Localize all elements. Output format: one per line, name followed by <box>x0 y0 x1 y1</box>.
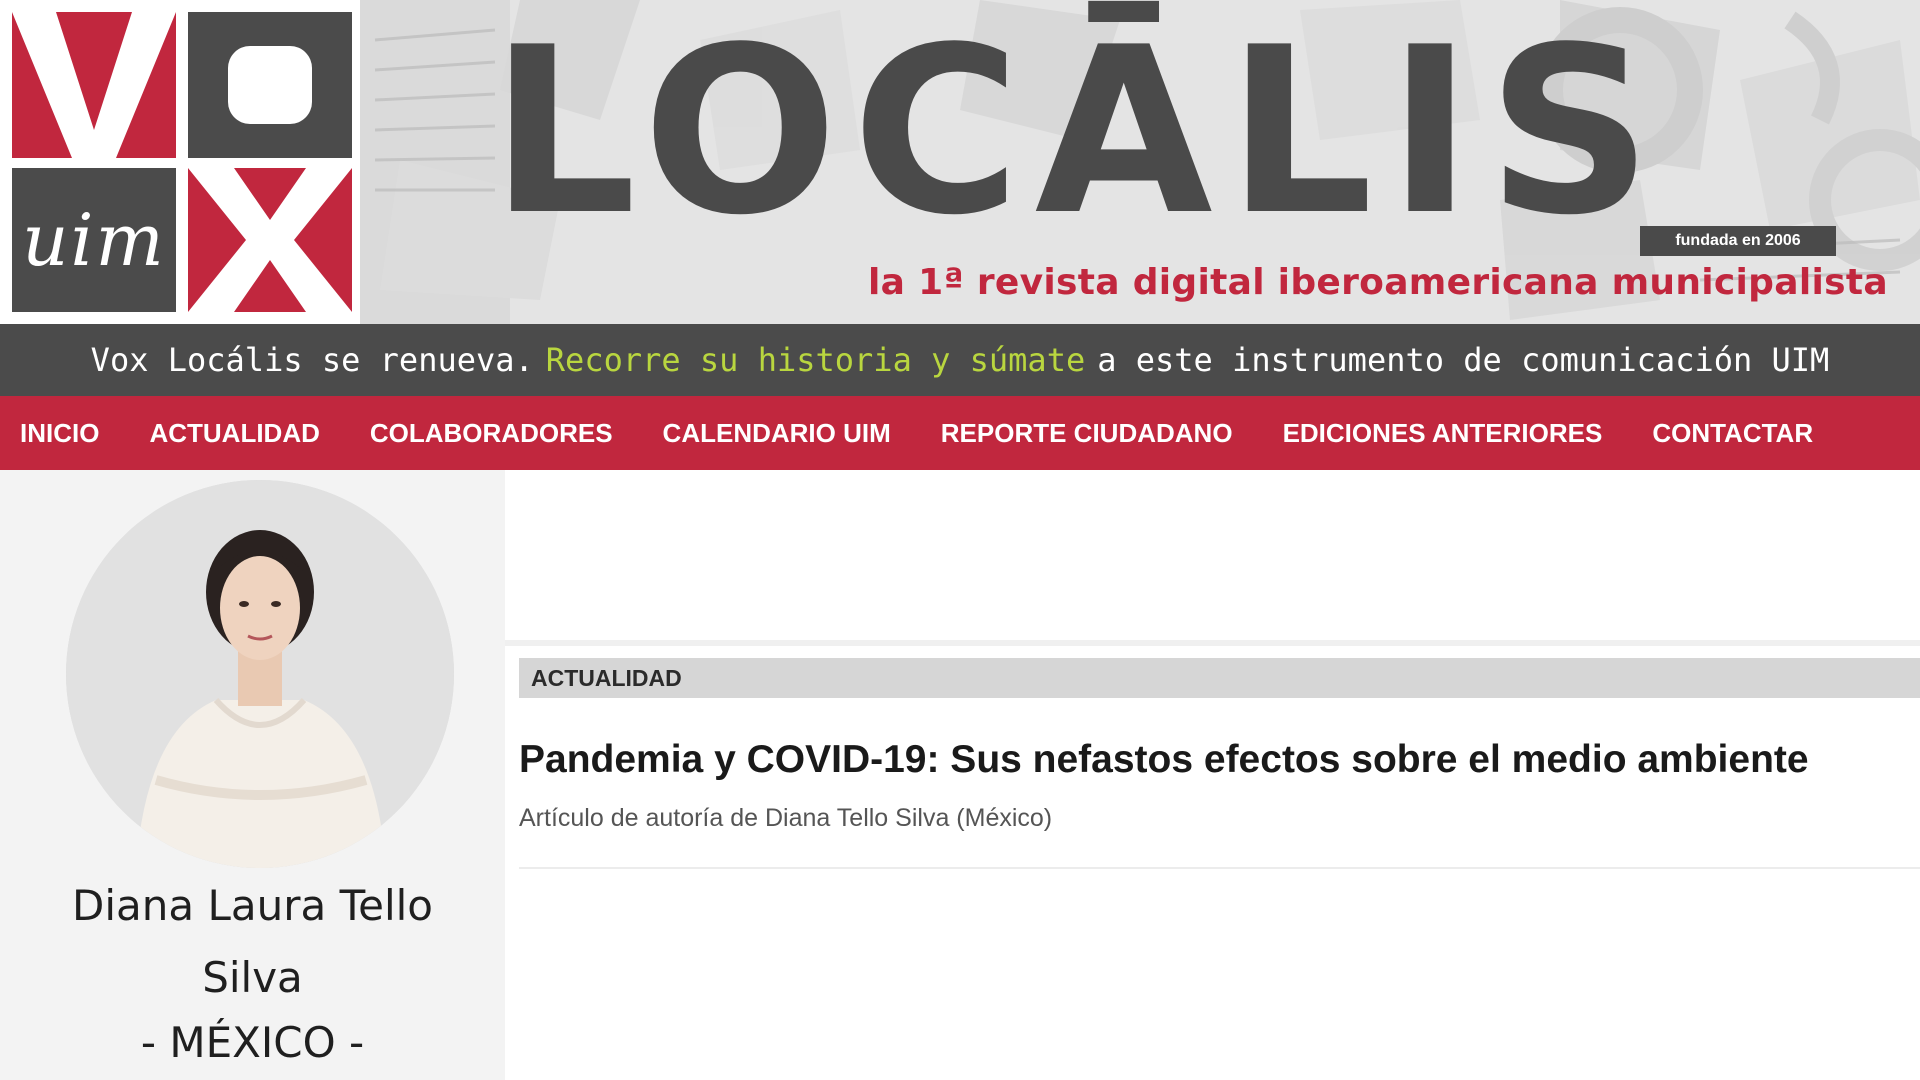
category-label[interactable]: ACTUALIDAD <box>519 658 1920 698</box>
announcement-text-end: a este instrumento de comunicación UIM <box>1097 341 1830 379</box>
nav-item-colaboradores[interactable]: COLABORADORES <box>370 418 613 449</box>
logo-tile-o <box>188 12 352 158</box>
nav-item-reporte-ciudadano[interactable]: REPORTE CIUDADANO <box>941 418 1233 449</box>
nav-item-inicio[interactable]: INICIO <box>20 418 99 449</box>
author-name-line1: Diana Laura Tello <box>72 881 433 930</box>
nav-item-ediciones-anteriores[interactable]: EDICIONES ANTERIORES <box>1283 418 1603 449</box>
author-avatar <box>66 480 454 868</box>
main-nav: INICIO ACTUALIDAD COLABORADORES CALENDAR… <box>0 396 1920 470</box>
nav-item-actualidad[interactable]: ACTUALIDAD <box>149 418 319 449</box>
article-title[interactable]: Pandemia y COVID-19: Sus nefastos efecto… <box>519 738 1809 782</box>
site-tagline: la 1ª revista digital iberoamericana mun… <box>868 262 1888 303</box>
founded-badge: fundada en 2006 <box>1640 226 1836 256</box>
author-name: Diana Laura Tello Silva <box>0 870 505 1014</box>
masthead: uim LOCĀLIS fundada en 2006 la 1ª revist… <box>0 0 1920 324</box>
divider <box>519 867 1920 869</box>
logo-tile-uim: uim <box>12 168 176 312</box>
logo-tile-v <box>12 12 176 158</box>
site-title[interactable]: LOCĀLIS <box>490 18 1666 248</box>
nav-item-calendario-uim[interactable]: CALENDARIO UIM <box>663 418 891 449</box>
author-country: - MÉXICO - <box>140 1018 365 1067</box>
author-sidebar: Diana Laura Tello Silva - MÉXICO - <box>0 470 505 1080</box>
announcement-bar: Vox Locális se renueva. Recorre su histo… <box>0 324 1920 396</box>
announcement-link[interactable]: Recorre su historia y súmate <box>546 341 1085 379</box>
author-name-line2: Silva <box>202 953 303 1002</box>
logo-tile-x <box>188 168 352 312</box>
vox-uim-logo[interactable]: uim <box>0 0 360 324</box>
logo-uim-text: uim <box>22 198 166 282</box>
article-byline: Artículo de autoría de Diana Tello Silva… <box>519 804 1053 832</box>
article-main: ACTUALIDAD Pandemia y COVID-19: Sus nefa… <box>505 470 1920 1080</box>
nav-item-contactar[interactable]: CONTACTAR <box>1652 418 1813 449</box>
announcement-text: Vox Locális se renueva. <box>90 341 534 379</box>
content-separator <box>505 640 1920 646</box>
author-portrait <box>66 480 454 868</box>
